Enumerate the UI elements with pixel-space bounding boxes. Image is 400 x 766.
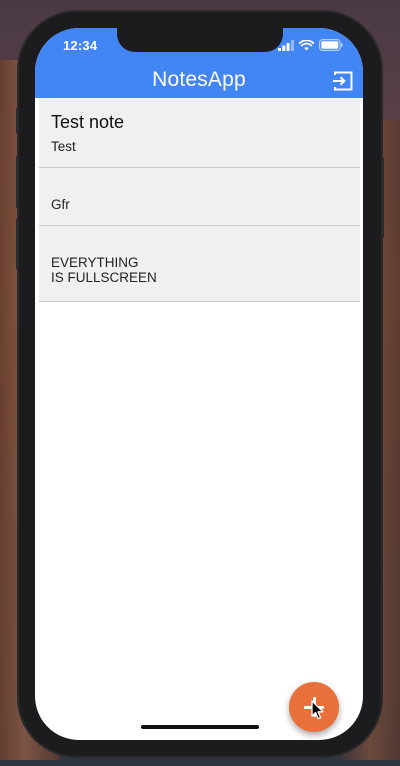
note-title: Test note — [51, 112, 125, 132]
phone-frame: 12:34 NotesApp Test note Test Gfr EVERYT… — [16, 12, 384, 756]
note-body: Test — [51, 139, 76, 154]
mouse-cursor-icon — [311, 700, 324, 720]
power-button — [381, 158, 384, 238]
note-item[interactable]: Test note Test — [39, 98, 360, 168]
logout-icon — [333, 71, 353, 91]
note-body: EVERYTHING IS FULLSCREEN — [51, 255, 157, 285]
phone-screen: 12:34 NotesApp Test note Test Gfr EVERYT… — [35, 28, 363, 740]
volume-down-button — [16, 218, 19, 270]
note-item[interactable]: Gfr — [39, 168, 360, 226]
status-time: 12:34 — [63, 38, 98, 53]
volume-up-button — [16, 156, 19, 208]
battery-icon — [319, 39, 343, 51]
mute-switch — [16, 108, 19, 134]
note-body: Gfr — [51, 197, 70, 212]
home-indicator — [141, 725, 259, 729]
logout-button[interactable] — [331, 69, 355, 93]
app-title: NotesApp — [152, 68, 246, 91]
notch — [117, 28, 283, 52]
status-icons — [278, 39, 343, 51]
note-item[interactable]: EVERYTHING IS FULLSCREEN — [39, 226, 360, 302]
wifi-icon — [299, 39, 314, 50]
note-list: Test note Test Gfr EVERYTHING IS FULLSCR… — [39, 98, 360, 302]
